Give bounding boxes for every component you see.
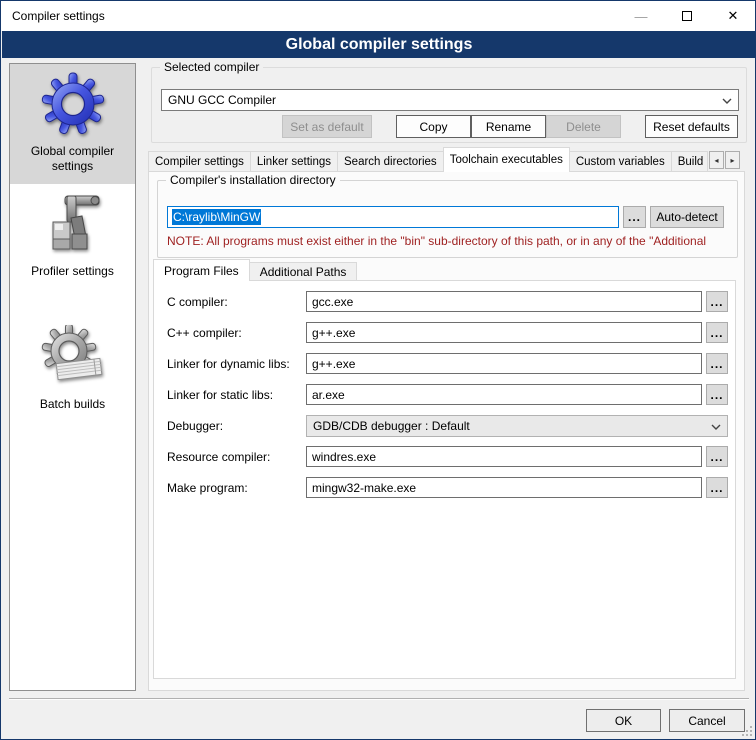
tab-scroll-right-button[interactable]: ▸	[725, 151, 740, 169]
resize-grip[interactable]	[742, 726, 752, 736]
sidebar-item-global-compiler-settings[interactable]: Global compiler settings	[10, 64, 135, 184]
linker-dynamic-input[interactable]	[306, 353, 702, 374]
maximize-button[interactable]	[664, 1, 710, 31]
group-title: Compiler's installation directory	[166, 173, 340, 187]
maximize-icon	[682, 11, 692, 21]
program-files-tabs: Program Files Additional Paths	[153, 259, 453, 281]
debugger-select-value: GDB/CDB debugger : Default	[313, 419, 470, 433]
minimize-button[interactable]: —	[618, 1, 664, 31]
c-compiler-input[interactable]	[306, 291, 702, 312]
sidebar-item-profiler-settings[interactable]: Profiler settings	[10, 184, 135, 289]
settings-category-list: Global compiler settings	[9, 63, 136, 691]
tab-custom-variables[interactable]: Custom variables	[569, 151, 672, 172]
c-compiler-label: C compiler:	[167, 295, 228, 309]
tab-compiler-settings[interactable]: Compiler settings	[148, 151, 251, 172]
browse-directory-button[interactable]: ...	[623, 206, 646, 228]
footer-divider	[9, 698, 749, 700]
blue-gear-icon	[41, 72, 105, 136]
selected-text: C:\raylib\MinGW	[172, 209, 261, 225]
reset-defaults-button[interactable]: Reset defaults	[645, 115, 738, 138]
make-program-label: Make program:	[167, 481, 248, 495]
auto-detect-button[interactable]: Auto-detect	[650, 206, 724, 228]
sidebar-item-label: Profiler settings	[31, 264, 114, 279]
make-program-browse-button[interactable]: ...	[706, 477, 728, 498]
cpp-compiler-browse-button[interactable]: ...	[706, 322, 728, 343]
sidebar-spacer	[10, 289, 135, 317]
tab-scroll-left-button[interactable]: ◂	[709, 151, 724, 169]
tab-toolchain-executables[interactable]: Toolchain executables	[443, 147, 570, 172]
close-icon: ✕	[728, 8, 739, 24]
window-title: Compiler settings	[12, 9, 105, 23]
minimize-icon: —	[635, 9, 648, 24]
resource-compiler-input[interactable]	[306, 446, 702, 467]
compiler-tabs: Compiler settings Linker settings Search…	[148, 147, 708, 172]
debugger-label: Debugger:	[167, 419, 223, 433]
copy-button[interactable]: Copy	[396, 115, 471, 138]
set-as-default-button: Set as default	[282, 115, 372, 138]
debugger-select[interactable]: GDB/CDB debugger : Default	[306, 415, 728, 437]
delete-button: Delete	[546, 115, 621, 138]
sidebar-item-batch-builds[interactable]: Batch builds	[10, 317, 135, 422]
rename-button[interactable]: Rename	[471, 115, 546, 138]
tab-build-options-truncated[interactable]: Build	[671, 151, 708, 172]
profiler-caliper-icon	[41, 192, 105, 256]
cpp-compiler-label: C++ compiler:	[167, 326, 242, 340]
cancel-button[interactable]: Cancel	[669, 709, 745, 732]
bin-subdirectory-note: NOTE: All programs must exist either in …	[167, 234, 733, 248]
linker-static-label: Linker for static libs:	[167, 388, 273, 402]
linker-static-browse-button[interactable]: ...	[706, 384, 728, 405]
compiler-select[interactable]: GNU GCC Compiler	[161, 89, 739, 111]
subtab-program-files[interactable]: Program Files	[153, 259, 250, 281]
batch-builds-gear-stack-icon	[41, 325, 105, 389]
linker-dynamic-label: Linker for dynamic libs:	[167, 357, 290, 371]
tab-search-directories[interactable]: Search directories	[337, 151, 444, 172]
sidebar-item-label: Global compiler settings	[12, 144, 133, 174]
subtab-additional-paths[interactable]: Additional Paths	[249, 262, 358, 281]
make-program-input[interactable]	[306, 477, 702, 498]
compiler-settings-window: Compiler settings — ✕ Global compiler se…	[0, 0, 756, 740]
compiler-select-value: GNU GCC Compiler	[168, 93, 276, 107]
dialog-banner: Global compiler settings	[2, 31, 756, 58]
chevron-down-icon	[711, 419, 721, 433]
linker-static-input[interactable]	[306, 384, 702, 405]
installation-directory-input[interactable]: C:\raylib\MinGW	[167, 206, 619, 228]
resource-compiler-label: Resource compiler:	[167, 450, 270, 464]
cpp-compiler-input[interactable]	[306, 322, 702, 343]
c-compiler-browse-button[interactable]: ...	[706, 291, 728, 312]
linker-dynamic-browse-button[interactable]: ...	[706, 353, 728, 374]
chevron-down-icon	[722, 93, 732, 107]
tab-linker-settings[interactable]: Linker settings	[250, 151, 338, 172]
title-bar[interactable]: Compiler settings — ✕	[1, 1, 756, 31]
close-button[interactable]: ✕	[710, 1, 756, 31]
resource-compiler-browse-button[interactable]: ...	[706, 446, 728, 467]
banner-title: Global compiler settings	[286, 36, 473, 54]
ok-button[interactable]: OK	[586, 709, 661, 732]
sidebar-item-label: Batch builds	[40, 397, 105, 412]
group-title: Selected compiler	[160, 60, 263, 74]
